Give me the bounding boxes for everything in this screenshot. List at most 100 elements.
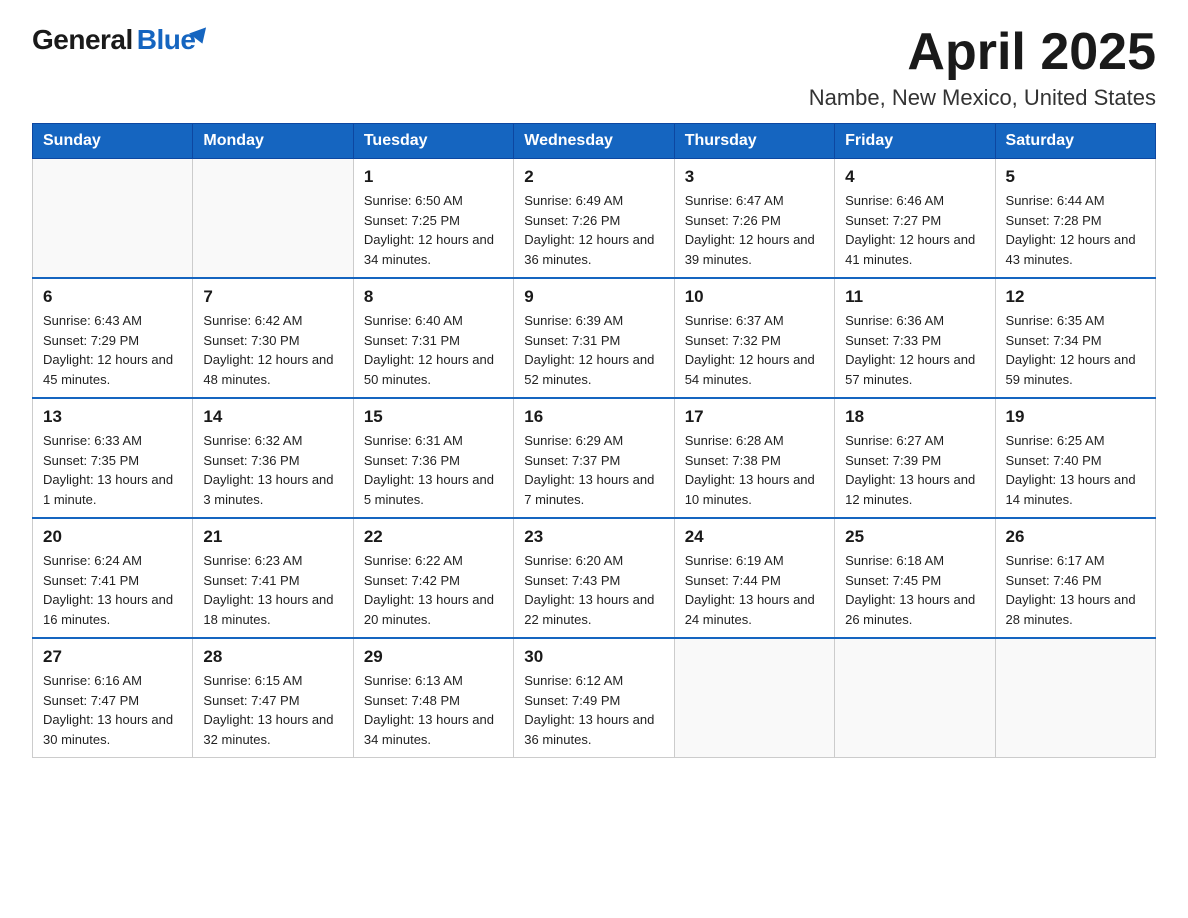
calendar-day-cell: 4 Sunrise: 6:46 AMSunset: 7:27 PMDaylight… <box>835 159 995 279</box>
calendar-day-cell <box>835 638 995 758</box>
calendar-week-row: 27 Sunrise: 6:16 AMSunset: 7:47 PMDayligh… <box>33 638 1156 758</box>
day-info: Sunrise: 6:18 AMSunset: 7:45 PMDaylight:… <box>845 551 984 629</box>
calendar-week-row: 20 Sunrise: 6:24 AMSunset: 7:41 PMDayligh… <box>33 518 1156 638</box>
calendar-header-friday: Friday <box>835 124 995 159</box>
calendar-day-cell: 8 Sunrise: 6:40 AMSunset: 7:31 PMDaylight… <box>353 278 513 398</box>
day-number: 17 <box>685 407 824 427</box>
day-number: 13 <box>43 407 182 427</box>
calendar-header-monday: Monday <box>193 124 353 159</box>
page-header: General Blue April 2025 Nambe, New Mexic… <box>32 24 1156 111</box>
calendar-day-cell: 2 Sunrise: 6:49 AMSunset: 7:26 PMDaylight… <box>514 159 674 279</box>
day-number: 21 <box>203 527 342 547</box>
day-info: Sunrise: 6:50 AMSunset: 7:25 PMDaylight:… <box>364 191 503 269</box>
calendar-day-cell: 25 Sunrise: 6:18 AMSunset: 7:45 PMDayligh… <box>835 518 995 638</box>
calendar-table: SundayMondayTuesdayWednesdayThursdayFrid… <box>32 123 1156 758</box>
day-info: Sunrise: 6:19 AMSunset: 7:44 PMDaylight:… <box>685 551 824 629</box>
calendar-day-cell: 7Sunrise: 6:42 AMSunset: 7:30 PMDaylight… <box>193 278 353 398</box>
day-info: Sunrise: 6:49 AMSunset: 7:26 PMDaylight:… <box>524 191 663 269</box>
calendar-header-wednesday: Wednesday <box>514 124 674 159</box>
calendar-header-saturday: Saturday <box>995 124 1155 159</box>
day-info: Sunrise: 6:47 AMSunset: 7:26 PMDaylight:… <box>685 191 824 269</box>
calendar-day-cell: 11Sunrise: 6:36 AMSunset: 7:33 PMDayligh… <box>835 278 995 398</box>
logo-general-text: General <box>32 24 133 56</box>
calendar-day-cell: 30Sunrise: 6:12 AMSunset: 7:49 PMDayligh… <box>514 638 674 758</box>
day-number: 12 <box>1006 287 1145 307</box>
day-info: Sunrise: 6:36 AMSunset: 7:33 PMDaylight:… <box>845 311 984 389</box>
calendar-day-cell <box>674 638 834 758</box>
day-info: Sunrise: 6:13 AMSunset: 7:48 PMDaylight:… <box>364 671 503 749</box>
calendar-day-cell: 24 Sunrise: 6:19 AMSunset: 7:44 PMDayligh… <box>674 518 834 638</box>
day-number: 29 <box>364 647 503 667</box>
day-info: Sunrise: 6:35 AMSunset: 7:34 PMDaylight:… <box>1006 311 1145 389</box>
day-info: Sunrise: 6:43 AMSunset: 7:29 PMDaylight:… <box>43 311 182 389</box>
day-info: Sunrise: 6:23 AMSunset: 7:41 PMDaylight:… <box>203 551 342 629</box>
day-info: Sunrise: 6:39 AMSunset: 7:31 PMDaylight:… <box>524 311 663 389</box>
day-info: Sunrise: 6:12 AMSunset: 7:49 PMDaylight:… <box>524 671 663 749</box>
day-number: 16 <box>524 407 663 427</box>
day-info: Sunrise: 6:46 AMSunset: 7:27 PMDaylight:… <box>845 191 984 269</box>
calendar-day-cell: 1 Sunrise: 6:50 AMSunset: 7:25 PMDaylight… <box>353 159 513 279</box>
day-number: 19 <box>1006 407 1145 427</box>
day-number: 6 <box>43 287 182 307</box>
day-number: 27 <box>43 647 182 667</box>
day-number: 15 <box>364 407 503 427</box>
day-info: Sunrise: 6:16 AMSunset: 7:47 PMDaylight:… <box>43 671 182 749</box>
day-info: Sunrise: 6:31 AMSunset: 7:36 PMDaylight:… <box>364 431 503 509</box>
calendar-week-row: 13 Sunrise: 6:33 AMSunset: 7:35 PMDayligh… <box>33 398 1156 518</box>
calendar-day-cell: 13 Sunrise: 6:33 AMSunset: 7:35 PMDayligh… <box>33 398 193 518</box>
day-info: Sunrise: 6:33 AMSunset: 7:35 PMDaylight:… <box>43 431 182 509</box>
calendar-day-cell <box>33 159 193 279</box>
day-number: 14 <box>203 407 342 427</box>
day-info: Sunrise: 6:28 AMSunset: 7:38 PMDaylight:… <box>685 431 824 509</box>
day-info: Sunrise: 6:24 AMSunset: 7:41 PMDaylight:… <box>43 551 182 629</box>
calendar-day-cell: 19Sunrise: 6:25 AMSunset: 7:40 PMDayligh… <box>995 398 1155 518</box>
day-number: 1 <box>364 167 503 187</box>
calendar-day-cell: 23Sunrise: 6:20 AMSunset: 7:43 PMDayligh… <box>514 518 674 638</box>
day-number: 25 <box>845 527 984 547</box>
day-info: Sunrise: 6:22 AMSunset: 7:42 PMDaylight:… <box>364 551 503 629</box>
calendar-day-cell: 6 Sunrise: 6:43 AMSunset: 7:29 PMDaylight… <box>33 278 193 398</box>
title-block: April 2025 Nambe, New Mexico, United Sta… <box>809 24 1156 111</box>
calendar-day-cell: 3 Sunrise: 6:47 AMSunset: 7:26 PMDaylight… <box>674 159 834 279</box>
day-number: 20 <box>43 527 182 547</box>
calendar-day-cell: 18 Sunrise: 6:27 AMSunset: 7:39 PMDayligh… <box>835 398 995 518</box>
day-number: 9 <box>524 287 663 307</box>
day-number: 18 <box>845 407 984 427</box>
calendar-day-cell: 12 Sunrise: 6:35 AMSunset: 7:34 PMDayligh… <box>995 278 1155 398</box>
calendar-title: April 2025 <box>809 24 1156 81</box>
calendar-week-row: 6 Sunrise: 6:43 AMSunset: 7:29 PMDaylight… <box>33 278 1156 398</box>
day-info: Sunrise: 6:29 AMSunset: 7:37 PMDaylight:… <box>524 431 663 509</box>
calendar-day-cell: 29 Sunrise: 6:13 AMSunset: 7:48 PMDayligh… <box>353 638 513 758</box>
calendar-week-row: 1 Sunrise: 6:50 AMSunset: 7:25 PMDaylight… <box>33 159 1156 279</box>
day-number: 24 <box>685 527 824 547</box>
calendar-header-row: SundayMondayTuesdayWednesdayThursdayFrid… <box>33 124 1156 159</box>
calendar-header-thursday: Thursday <box>674 124 834 159</box>
day-number: 4 <box>845 167 984 187</box>
day-info: Sunrise: 6:27 AMSunset: 7:39 PMDaylight:… <box>845 431 984 509</box>
calendar-header-sunday: Sunday <box>33 124 193 159</box>
day-info: Sunrise: 6:20 AMSunset: 7:43 PMDaylight:… <box>524 551 663 629</box>
calendar-header-tuesday: Tuesday <box>353 124 513 159</box>
day-number: 22 <box>364 527 503 547</box>
calendar-day-cell <box>193 159 353 279</box>
day-number: 10 <box>685 287 824 307</box>
calendar-day-cell: 26Sunrise: 6:17 AMSunset: 7:46 PMDayligh… <box>995 518 1155 638</box>
day-number: 8 <box>364 287 503 307</box>
calendar-day-cell <box>995 638 1155 758</box>
day-info: Sunrise: 6:37 AMSunset: 7:32 PMDaylight:… <box>685 311 824 389</box>
calendar-day-cell: 9 Sunrise: 6:39 AMSunset: 7:31 PMDaylight… <box>514 278 674 398</box>
calendar-subtitle: Nambe, New Mexico, United States <box>809 85 1156 111</box>
calendar-day-cell: 22 Sunrise: 6:22 AMSunset: 7:42 PMDayligh… <box>353 518 513 638</box>
day-number: 26 <box>1006 527 1145 547</box>
day-info: Sunrise: 6:42 AMSunset: 7:30 PMDaylight:… <box>203 311 342 389</box>
calendar-day-cell: 21 Sunrise: 6:23 AMSunset: 7:41 PMDayligh… <box>193 518 353 638</box>
calendar-day-cell: 28Sunrise: 6:15 AMSunset: 7:47 PMDayligh… <box>193 638 353 758</box>
day-number: 3 <box>685 167 824 187</box>
calendar-day-cell: 15 Sunrise: 6:31 AMSunset: 7:36 PMDayligh… <box>353 398 513 518</box>
calendar-day-cell: 5Sunrise: 6:44 AMSunset: 7:28 PMDaylight… <box>995 159 1155 279</box>
calendar-day-cell: 10 Sunrise: 6:37 AMSunset: 7:32 PMDayligh… <box>674 278 834 398</box>
day-number: 2 <box>524 167 663 187</box>
logo: General Blue <box>32 24 195 56</box>
calendar-day-cell: 16 Sunrise: 6:29 AMSunset: 7:37 PMDayligh… <box>514 398 674 518</box>
day-info: Sunrise: 6:40 AMSunset: 7:31 PMDaylight:… <box>364 311 503 389</box>
